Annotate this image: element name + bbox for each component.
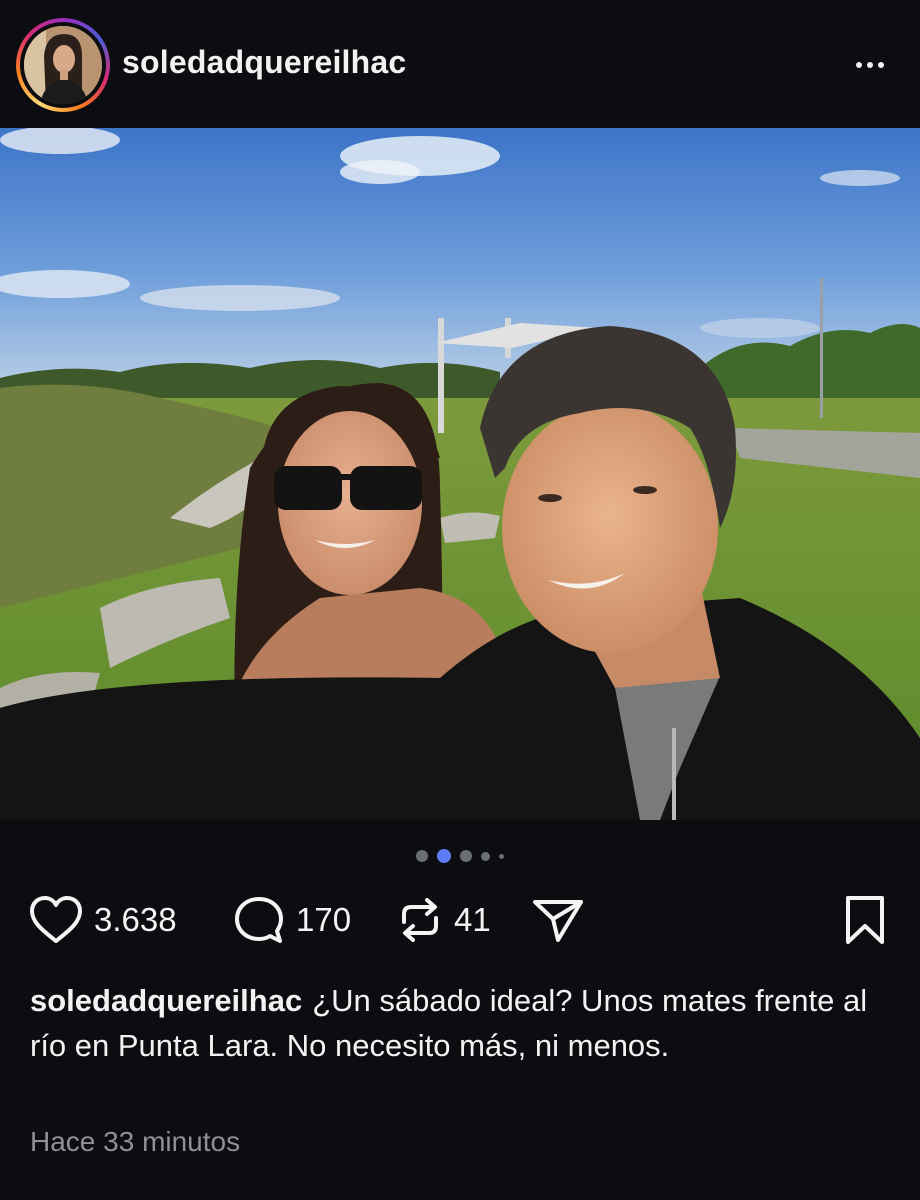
comment-count: 170 xyxy=(296,901,352,938)
carousel-dot xyxy=(481,851,490,861)
save-button[interactable] xyxy=(842,894,888,951)
avatar[interactable] xyxy=(24,26,102,104)
post-photo[interactable] xyxy=(0,128,920,820)
repost-count: 41 xyxy=(454,901,491,938)
heart-icon xyxy=(30,896,82,943)
caption-username[interactable]: soledadquereilhac xyxy=(30,983,302,1018)
like-button[interactable]: 3.638 xyxy=(28,888,177,952)
action-bar: 3.638 170 41 xyxy=(0,888,920,952)
post-timestamp: Hace 33 minutos xyxy=(30,1126,241,1157)
carousel-dot xyxy=(499,853,504,859)
avatar-story-ring[interactable] xyxy=(16,18,110,112)
carousel-dot xyxy=(460,850,472,862)
comment-button[interactable]: 170 xyxy=(232,888,351,952)
like-count: 3.638 xyxy=(94,901,177,938)
more-horizontal-icon[interactable] xyxy=(850,50,890,80)
repost-arrows-icon xyxy=(402,898,438,942)
post-username[interactable]: soledadquereilhac xyxy=(122,44,406,81)
bookmark-icon xyxy=(846,896,884,944)
photo-image xyxy=(0,128,920,820)
post-caption: soledadquereilhac ¿Un sábado ideal? Unos … xyxy=(30,978,892,1068)
comment-bubble-icon xyxy=(235,897,283,943)
repost-button[interactable]: 41 xyxy=(396,888,491,952)
post-header: soledadquereilhac xyxy=(0,0,920,128)
paper-plane-icon xyxy=(533,900,583,942)
carousel-dot xyxy=(437,849,451,863)
avatar-image xyxy=(24,26,102,104)
carousel-dot xyxy=(416,850,428,862)
share-button[interactable] xyxy=(530,888,586,952)
carousel-indicator xyxy=(0,846,920,866)
